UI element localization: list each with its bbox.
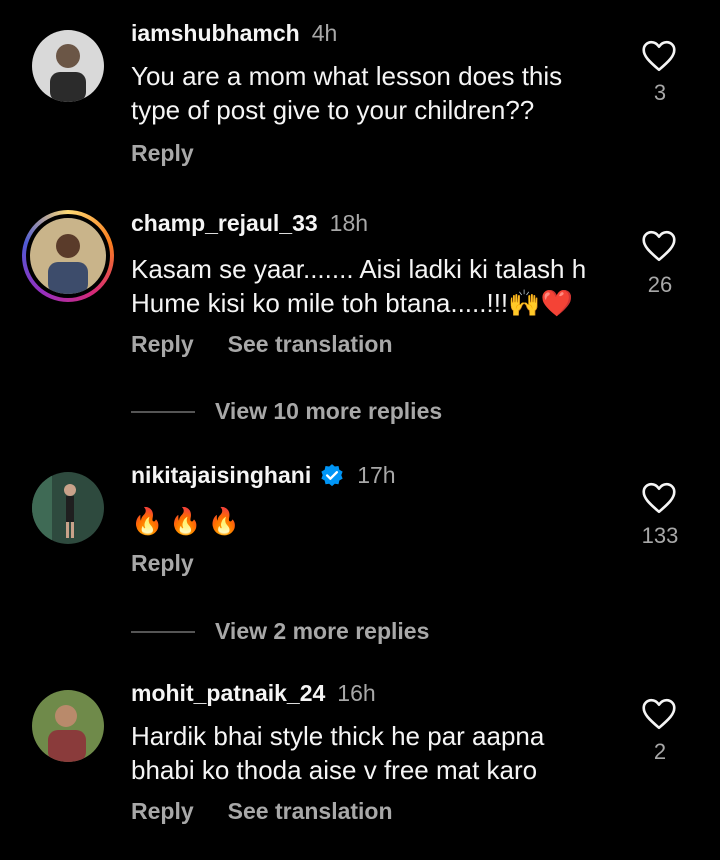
view-more-replies-label[interactable]: View 10 more replies	[215, 398, 442, 425]
comment-text: You are a mom what lesson does this type…	[131, 61, 563, 125]
like-heart-icon[interactable]	[641, 40, 677, 72]
comment-text-line: Kasam se yaar....... Aisi ladki ki talas…	[131, 254, 587, 284]
like-heart-icon[interactable]	[641, 698, 677, 730]
like-count: 2	[653, 739, 667, 764]
verified-badge-icon	[321, 463, 343, 486]
comment-text: Hardik bhai style thick he par aapna bha…	[131, 721, 545, 785]
reply-button[interactable]: Reply	[131, 140, 194, 167]
comment-text: Kasam se yaar....... Aisi ladki ki talas…	[131, 252, 631, 320]
like-heart-icon[interactable]	[641, 230, 677, 262]
comment-timestamp: 17h	[357, 462, 396, 488]
comment-item: iamshubhamch 4h You are a mom what lesso…	[0, 0, 720, 190]
avatar-image	[30, 218, 106, 294]
comment-text-line: Hume kisi ko mile toh btana.....!!!🙌❤️	[131, 288, 573, 318]
avatar-image	[32, 472, 104, 544]
avatar-image	[32, 690, 104, 762]
reply-button[interactable]: Reply	[131, 798, 194, 825]
reply-button[interactable]: Reply	[131, 331, 194, 358]
comment-timestamp: 16h	[337, 680, 376, 706]
comment-item: champ_rejaul_33 18h Kasam se yaar.......…	[0, 190, 720, 440]
emoji: 🙌❤️	[508, 288, 573, 318]
reply-button[interactable]: Reply	[131, 550, 194, 577]
avatar[interactable]	[32, 690, 104, 762]
comment-username[interactable]: mohit_patnaik_24	[131, 680, 325, 707]
avatar[interactable]	[32, 30, 104, 102]
comment-item: nikitajaisinghani 17h 🔥🔥🔥 Reply 133 View…	[0, 440, 720, 660]
divider-line	[131, 630, 195, 633]
avatar-image	[32, 30, 104, 102]
view-more-replies[interactable]: View 10 more replies	[131, 398, 442, 425]
see-translation-button[interactable]: See translation	[228, 798, 393, 825]
comment-username[interactable]: nikitajaisinghani	[131, 462, 311, 489]
comment-timestamp: 18h	[329, 210, 369, 236]
comment-item: mohit_patnaik_24 16h Hardik bhai style t…	[0, 660, 720, 860]
avatar-story-ring[interactable]	[22, 210, 114, 302]
like-count: 133	[641, 523, 679, 548]
like-count: 3	[653, 80, 667, 105]
comment-timestamp: 4h	[311, 20, 338, 46]
view-more-replies-label[interactable]: View 2 more replies	[215, 618, 429, 645]
avatar[interactable]	[32, 472, 104, 544]
comment-text: 🔥🔥🔥	[131, 506, 247, 536]
view-more-replies[interactable]: View 2 more replies	[131, 618, 429, 645]
like-heart-icon[interactable]	[641, 482, 677, 514]
like-count: 26	[647, 272, 673, 297]
comment-username[interactable]: champ_rejaul_33	[131, 210, 318, 237]
see-translation-button[interactable]: See translation	[228, 331, 393, 358]
comment-username[interactable]: iamshubhamch	[131, 20, 300, 47]
divider-line	[131, 410, 195, 413]
